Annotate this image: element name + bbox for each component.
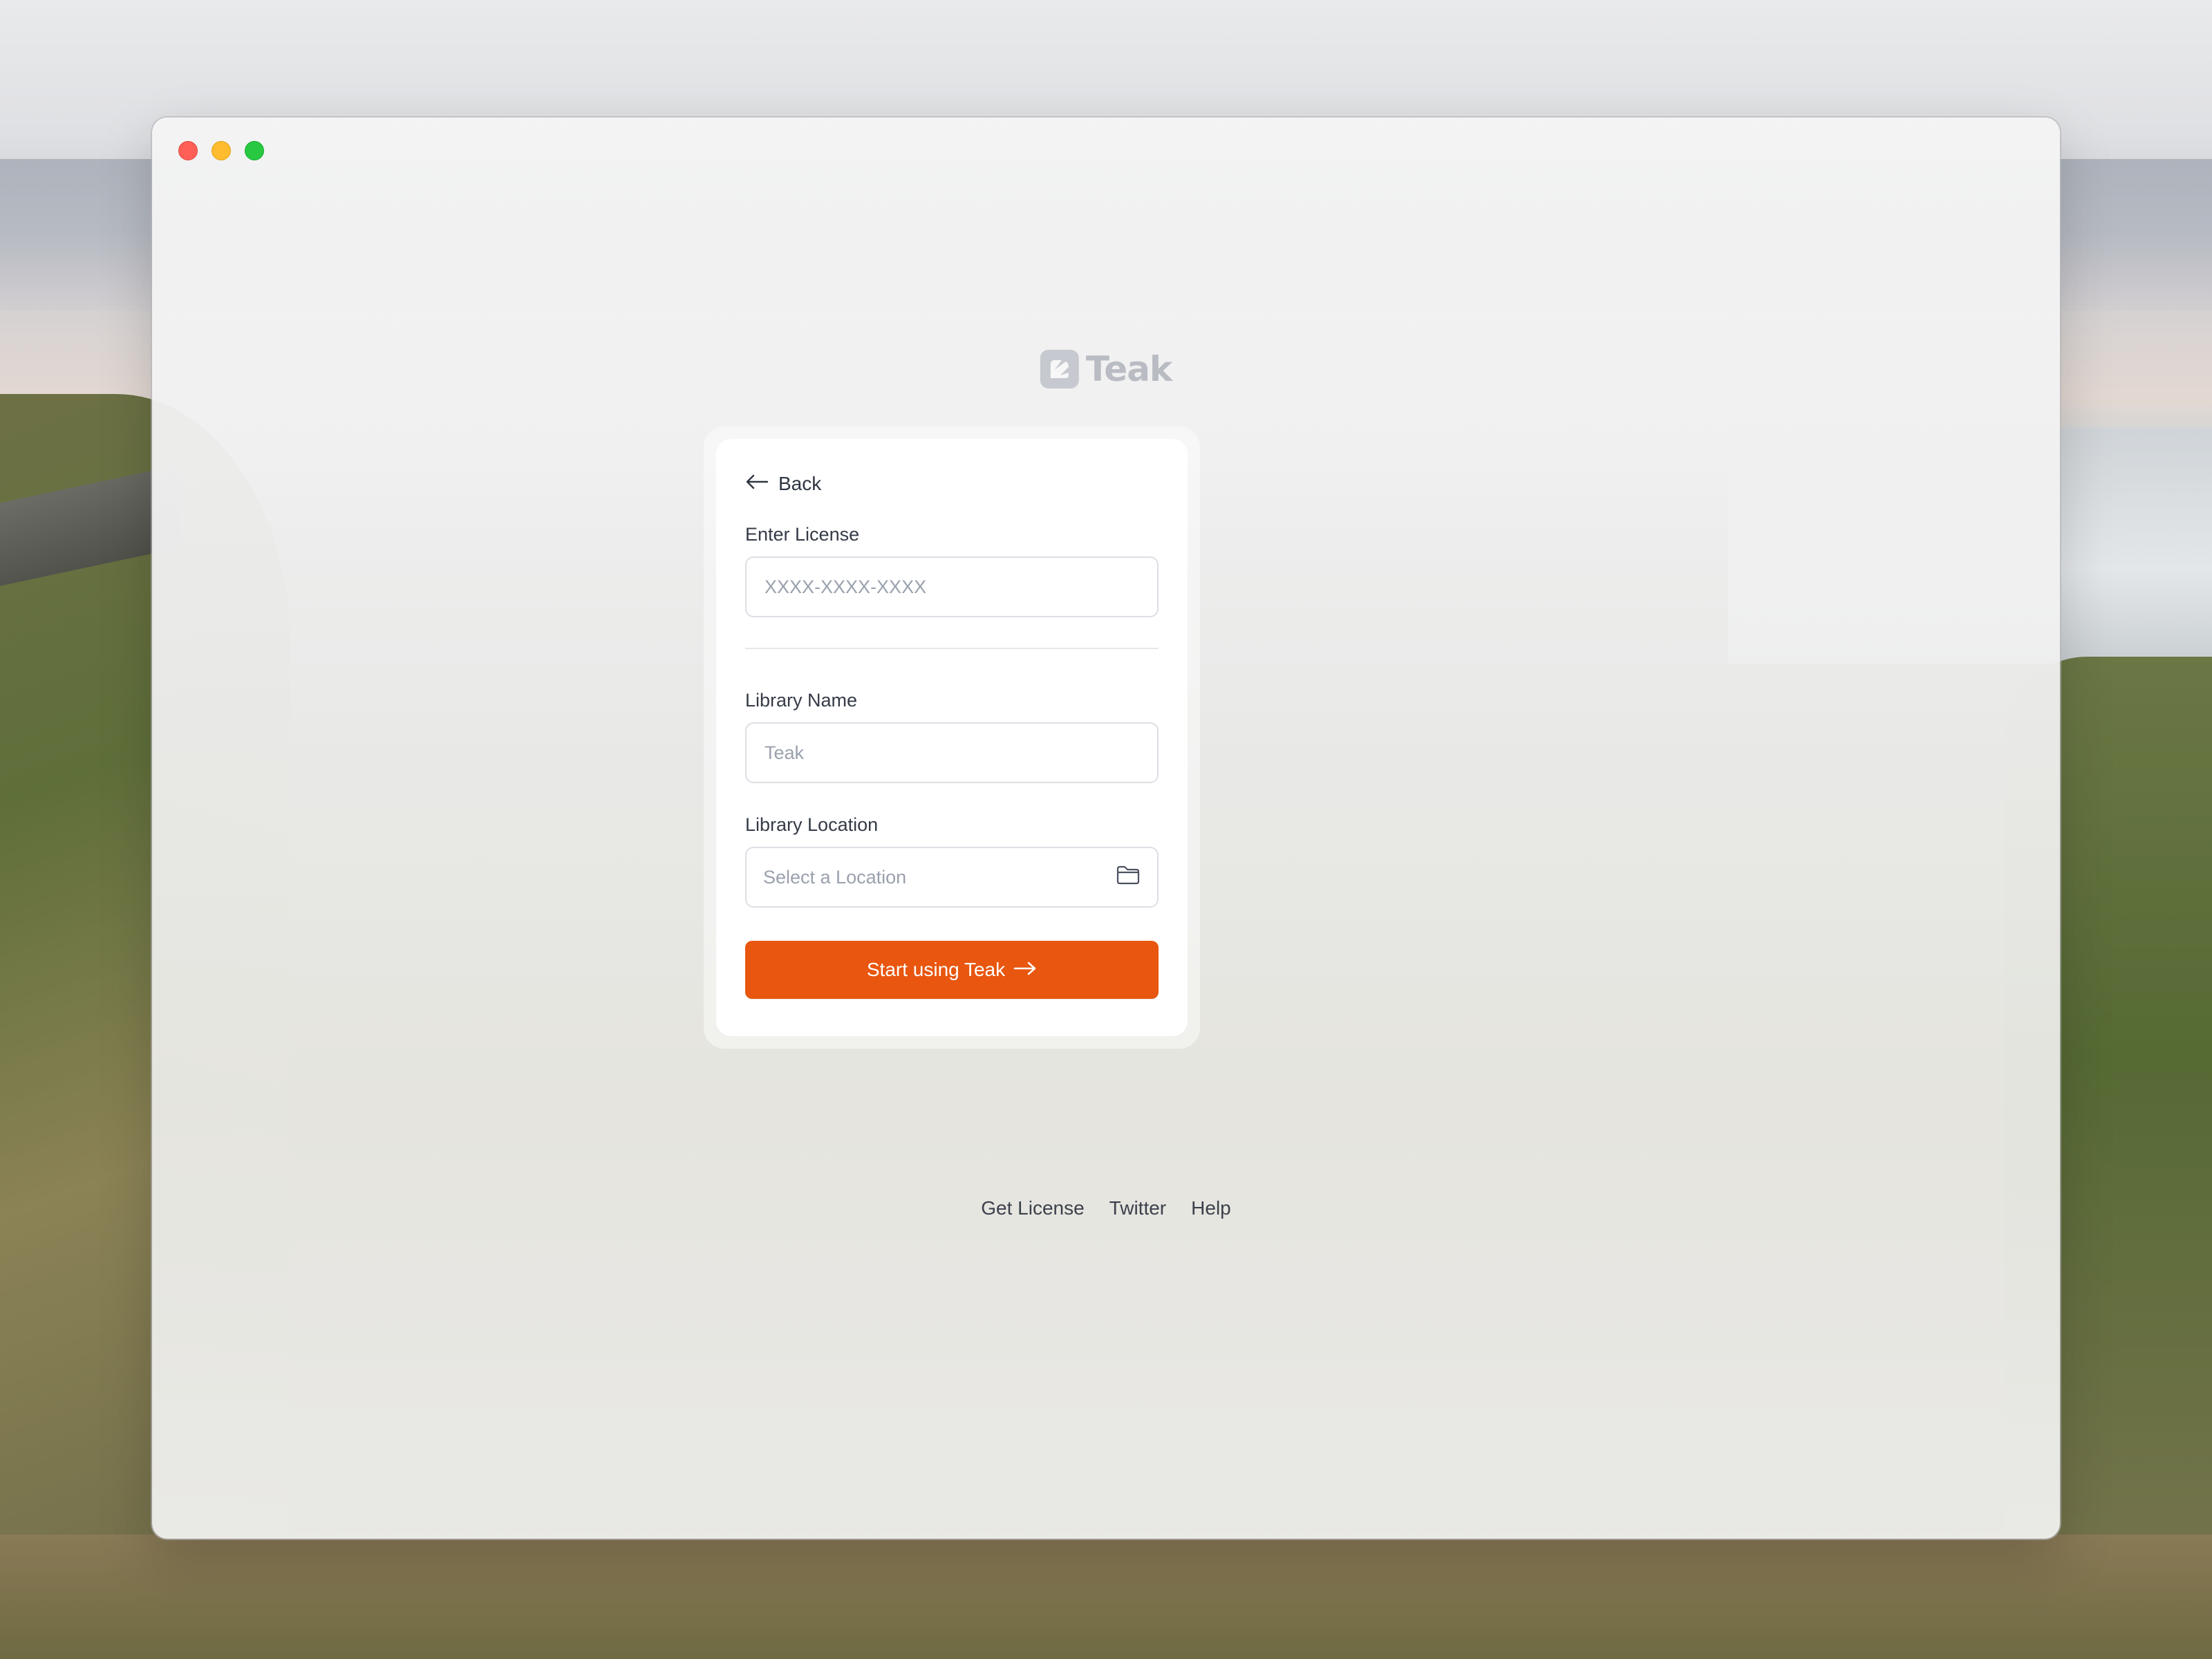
library-name-label: Library Name: [745, 690, 858, 711]
arrow-right-icon: [1013, 959, 1037, 981]
library-name-field[interactable]: [745, 722, 1159, 783]
app-name: Teak: [1085, 349, 1172, 389]
get-license-link[interactable]: Get License: [981, 1197, 1084, 1219]
setup-card: Back Enter License Library Name Library …: [716, 439, 1188, 1036]
setup-card-frame: Back Enter License Library Name Library …: [704, 427, 1200, 1049]
library-location-picker[interactable]: Select a Location: [745, 847, 1159, 908]
back-button[interactable]: Back: [745, 467, 821, 501]
footer-links: Get License Twitter Help: [981, 1197, 1230, 1219]
section-divider: [745, 648, 1159, 649]
window-controls: [178, 141, 264, 160]
start-using-label: Start using Teak: [866, 959, 1006, 980]
back-label: Back: [778, 473, 822, 494]
folder-icon[interactable]: [1116, 865, 1141, 890]
app-logo: Teak: [1040, 349, 1172, 389]
license-input[interactable]: [763, 575, 1141, 599]
teak-logo-icon: [1040, 350, 1079, 388]
maximize-window-button[interactable]: [245, 141, 264, 160]
arrow-left-icon: [745, 473, 769, 495]
minimize-window-button[interactable]: [212, 141, 231, 160]
library-name-input[interactable]: [763, 741, 1141, 765]
license-label: Enter License: [745, 524, 860, 545]
library-location-label: Library Location: [745, 814, 879, 835]
help-link[interactable]: Help: [1191, 1197, 1231, 1219]
twitter-link[interactable]: Twitter: [1109, 1197, 1166, 1219]
library-location-placeholder: Select a Location: [763, 866, 907, 888]
close-window-button[interactable]: [178, 141, 198, 160]
license-field[interactable]: [745, 556, 1159, 617]
start-using-button[interactable]: Start using Teak: [745, 941, 1159, 999]
background-ground: [0, 1535, 2212, 1659]
